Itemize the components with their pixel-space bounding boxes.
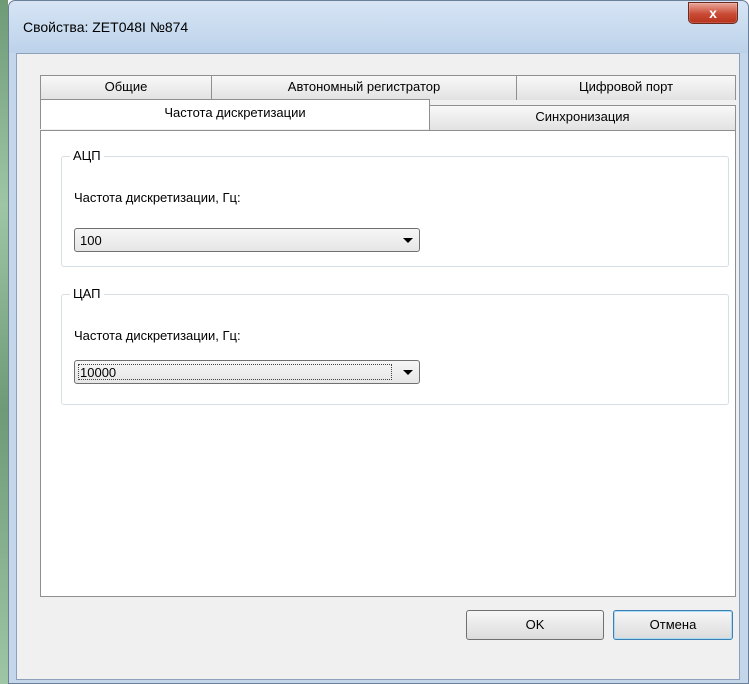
tab-sampling-rate[interactable]: Частота дискретизации [40,99,430,129]
dac-group-title: ЦАП [70,286,104,301]
chevron-down-icon [403,370,413,375]
title-bar[interactable]: Свойства: ZET048I №874 x [9,1,748,53]
dialog-client-area: Общие Автономный регистратор Цифровой по… [16,53,740,680]
adc-rate-label: Частота дискретизации, Гц: [74,190,241,205]
adc-group-title: АЦП [70,148,104,163]
desktop-edge [0,0,8,684]
tab-label: Частота дискретизации [164,105,306,120]
dac-group: ЦАП Частота дискретизации, Гц: 10000 [61,286,729,405]
focus-rectangle [78,364,392,380]
tab-label: Цифровой порт [578,79,674,94]
ok-button[interactable]: OK [466,610,604,640]
tab-label: Синхронизация [535,109,630,124]
adc-rate-select[interactable]: 100 [74,228,420,252]
dac-rate-label: Частота дискретизации, Гц: [74,328,241,343]
cancel-button-label: Отмена [649,617,697,632]
tab-panel-sampling-rate: АЦП Частота дискретизации, Гц: 100 ЦАП Ч… [40,130,736,597]
close-button[interactable]: x [688,2,738,24]
cancel-button[interactable]: Отмена [613,610,733,640]
adc-rate-value: 100 [80,233,102,248]
ok-button-label: OK [525,617,545,632]
window-title: Свойства: ZET048I №874 [23,19,189,35]
chevron-down-icon [403,238,413,243]
close-icon: x [709,5,717,21]
tab-autonomous-recorder[interactable]: Автономный регистратор [211,75,517,100]
tab-label: Автономный регистратор [287,79,441,94]
dac-rate-select[interactable]: 10000 [74,360,420,384]
tab-digital-port[interactable]: Цифровой порт [516,75,736,100]
dac-rate-value: 10000 [80,365,117,380]
tab-general[interactable]: Общие [40,75,212,100]
tab-synchronization[interactable]: Синхронизация [429,105,736,130]
tab-label: Общие [104,79,148,94]
properties-dialog: Свойства: ZET048I №874 x Общие Автономны… [8,0,749,684]
adc-group: АЦП Частота дискретизации, Гц: 100 [61,148,729,267]
